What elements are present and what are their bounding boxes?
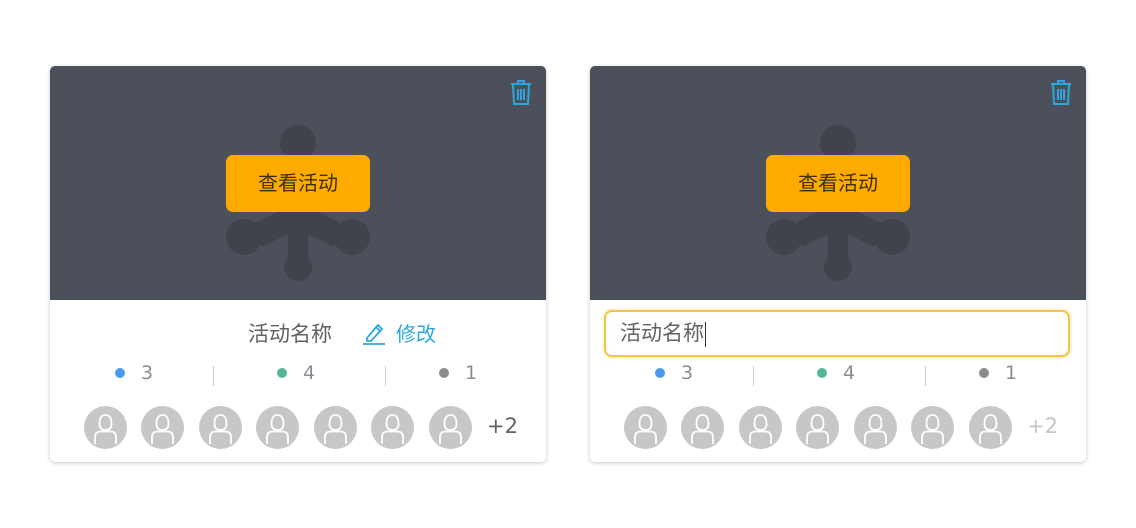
user-avatar-icon[interactable] [314, 406, 357, 449]
more-participants-count[interactable]: +2 [487, 414, 518, 438]
stat-blue-count: 3 [681, 362, 694, 384]
stat-green: 4 [817, 362, 855, 384]
activity-name: 活动名称 [248, 322, 332, 346]
user-avatar-icon[interactable] [429, 406, 472, 449]
user-avatar-icon[interactable] [796, 406, 839, 449]
activity-cover: 查看活动 [590, 66, 1086, 300]
stat-green-count: 4 [303, 362, 316, 384]
user-avatar-icon[interactable] [969, 406, 1012, 449]
participant-stats: 3 4 1 [590, 362, 1086, 390]
activity-name-input[interactable]: 活动名称 [604, 310, 1070, 357]
participant-stats: 3 4 1 [50, 362, 546, 390]
stat-gray: 1 [439, 362, 477, 384]
more-participants-count[interactable]: +2 [1027, 414, 1058, 438]
trash-icon[interactable] [510, 79, 532, 105]
activity-name-input-value: 活动名称 [620, 321, 704, 345]
edit-label: 修改 [396, 322, 436, 346]
edit-name-link[interactable]: 修改 [362, 318, 436, 347]
stat-blue-count: 3 [141, 362, 154, 384]
stat-gray: 1 [979, 362, 1017, 384]
participant-avatars: +2 [50, 406, 546, 450]
stat-divider [925, 366, 926, 386]
activity-cover: 查看活动 [50, 66, 546, 300]
view-activity-button[interactable]: 查看活动 [226, 155, 370, 212]
activity-card: 查看活动 活动名称 3 4 1 +2 [590, 66, 1086, 462]
pencil-icon [363, 323, 385, 345]
blue-dot-icon [655, 368, 665, 378]
user-avatar-icon[interactable] [624, 406, 667, 449]
activity-name-row: 活动名称 修改 [50, 300, 546, 366]
stat-green-count: 4 [843, 362, 856, 384]
green-dot-icon [817, 368, 827, 378]
user-avatar-icon[interactable] [371, 406, 414, 449]
trash-icon[interactable] [1050, 79, 1072, 105]
text-caret [705, 321, 706, 347]
participant-avatars: +2 [590, 406, 1086, 450]
user-avatar-icon[interactable] [199, 406, 242, 449]
stat-gray-count: 1 [465, 362, 478, 384]
gray-dot-icon [439, 368, 449, 378]
view-activity-button[interactable]: 查看活动 [766, 155, 910, 212]
gray-dot-icon [979, 368, 989, 378]
stat-green: 4 [277, 362, 315, 384]
blue-dot-icon [115, 368, 125, 378]
user-avatar-icon[interactable] [84, 406, 127, 449]
stat-blue: 3 [655, 362, 693, 384]
activity-card: 查看活动 活动名称 修改 3 4 1 +2 [50, 66, 546, 462]
stat-divider [753, 366, 754, 386]
stat-gray-count: 1 [1005, 362, 1018, 384]
user-avatar-icon[interactable] [739, 406, 782, 449]
user-avatar-icon[interactable] [141, 406, 184, 449]
stat-divider [213, 366, 214, 386]
activity-name-row: 活动名称 [590, 300, 1086, 366]
user-avatar-icon[interactable] [681, 406, 724, 449]
stat-blue: 3 [115, 362, 153, 384]
stat-divider [385, 366, 386, 386]
user-avatar-icon[interactable] [854, 406, 897, 449]
user-avatar-icon[interactable] [256, 406, 299, 449]
user-avatar-icon[interactable] [911, 406, 954, 449]
green-dot-icon [277, 368, 287, 378]
